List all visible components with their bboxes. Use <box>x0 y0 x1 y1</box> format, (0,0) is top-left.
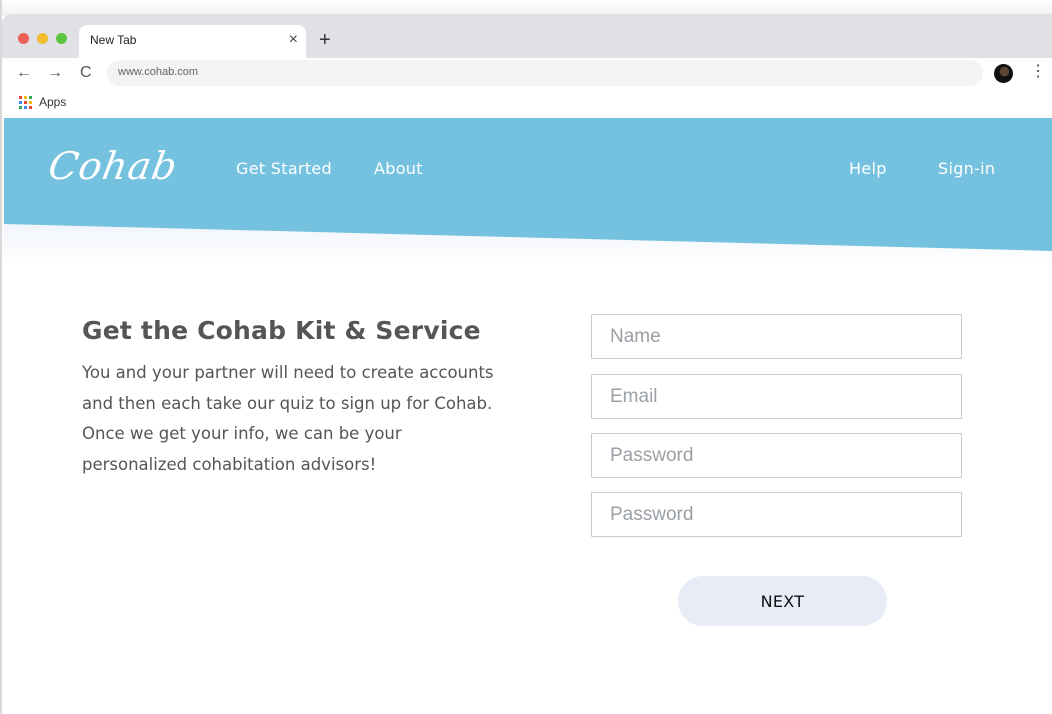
browser-toolbar: ← → C www.cohab.com ⋮ <box>2 58 1052 88</box>
forward-arrow-icon[interactable]: → <box>47 63 63 83</box>
name-field[interactable] <box>591 314 962 359</box>
nav-sign-in[interactable]: Sign-in <box>938 159 995 178</box>
site-header: Cohab Get Started About Help Sign-in <box>4 118 1052 263</box>
nav-about[interactable]: About <box>374 159 423 178</box>
browser-window: New Tab × + ← → C www.cohab.com ⋮ Apps C… <box>0 0 1052 714</box>
nav-help[interactable]: Help <box>849 159 887 178</box>
intro-text: You and your partner will need to create… <box>82 363 494 474</box>
window-minimize-dot[interactable] <box>37 33 48 44</box>
bookmarks-bar: Apps <box>2 88 1052 118</box>
apps-bookmark[interactable]: Apps <box>39 95 66 109</box>
more-menu-icon[interactable]: ⋮ <box>1030 62 1046 82</box>
page-heading: Get the Cohab Kit & Service <box>82 316 481 345</box>
next-button[interactable]: NEXT <box>678 576 887 626</box>
browser-tab[interactable]: New Tab × <box>79 25 306 58</box>
back-arrow-icon[interactable]: ← <box>16 63 32 83</box>
address-url: www.cohab.com <box>118 66 199 78</box>
nav-get-started[interactable]: Get Started <box>236 159 332 178</box>
email-field[interactable] <box>591 374 962 419</box>
password-field[interactable] <box>591 433 962 478</box>
address-bar[interactable]: www.cohab.com <box>107 60 983 86</box>
window-maximize-dot[interactable] <box>56 33 67 44</box>
profile-avatar-icon[interactable] <box>994 64 1013 83</box>
window-close-dot[interactable] <box>18 33 29 44</box>
apps-grid-icon[interactable] <box>19 96 32 109</box>
cohab-logo[interactable]: Cohab <box>45 144 181 188</box>
plus-icon[interactable]: + <box>319 29 331 51</box>
close-icon[interactable]: × <box>289 30 298 50</box>
reload-icon[interactable]: C <box>80 63 92 83</box>
tab-title: New Tab <box>90 33 137 47</box>
header-band <box>4 118 1052 263</box>
password-confirm-field[interactable] <box>591 492 962 537</box>
